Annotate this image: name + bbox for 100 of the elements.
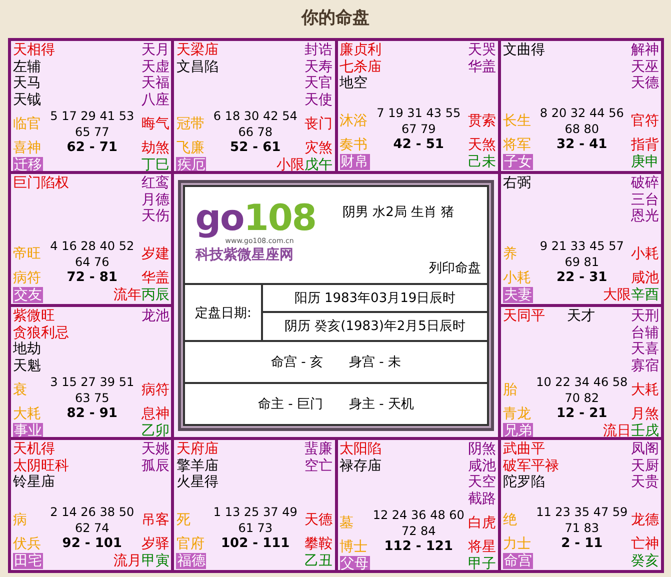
star-name: 天喜 — [631, 341, 659, 358]
star-name: 华盖 — [468, 58, 496, 75]
year-list: 9 21 33 45 57 — [532, 238, 631, 254]
star-name: 凤阁 — [631, 441, 659, 458]
star-name: 天煞 — [468, 137, 496, 154]
star-name: 天福 — [141, 75, 170, 92]
star-name: 岁建 — [141, 246, 170, 262]
star-name: 攀鞍 — [304, 536, 332, 552]
chart-info: 身宫 - 未 — [349, 354, 401, 371]
star-name: 解神 — [631, 42, 659, 58]
star-name: 蜚廉 — [304, 441, 332, 458]
star-name: 天相得 — [13, 42, 55, 58]
star-name: 太阳陷 — [340, 441, 382, 458]
site-logo: go108 — [195, 201, 316, 237]
star-name: 天梁庙 — [176, 42, 218, 58]
branch-label: 丙辰 — [141, 286, 170, 303]
star-name: 天德 — [304, 512, 332, 528]
period-marker: 大限 — [603, 286, 631, 303]
period-marker: 流年 — [113, 286, 142, 303]
star-name: 三台 — [631, 192, 659, 208]
year-list: 6 18 30 42 54 — [206, 108, 304, 124]
print-link[interactable]: 列印命盘 — [428, 259, 481, 277]
branch-label: 庚申 — [631, 154, 659, 170]
date-text: 阳历 1983年03月19日辰时 — [294, 290, 456, 307]
star-name: 恩光 — [631, 208, 659, 224]
branch-label: 甲子 — [468, 556, 496, 570]
age-range: 2 - 11 — [560, 536, 604, 552]
star-name: 武曲平 — [502, 441, 545, 458]
palace-tag: 财帛 — [340, 154, 370, 170]
phase-label: 墓 — [340, 514, 354, 532]
period-marker: 流月 — [113, 552, 142, 569]
star-name: 台辅 — [631, 324, 659, 341]
star-name: 天寿 — [304, 58, 332, 75]
branch-label: 戊午 — [304, 156, 332, 171]
star-name: 七杀庙 — [340, 58, 382, 75]
year-list: 8 20 32 44 56 — [532, 105, 631, 121]
palace-tag: 迁移 — [13, 156, 43, 171]
star-name: 贪狼利忌 — [13, 324, 69, 341]
star-name: 病符 — [141, 382, 170, 398]
star-name: 天才 — [566, 308, 595, 324]
branch-label: 乙丑 — [304, 552, 332, 569]
date-text: 阴历 癸亥(1983)年2月5日辰时 — [284, 318, 466, 336]
year-list: 72 84 — [370, 523, 468, 539]
chart-info: 命宫 - 亥 — [271, 354, 323, 371]
star-name: 龙池 — [141, 308, 170, 324]
chart-info: 命主 - 巨门 — [258, 396, 323, 413]
year-list: 61 73 — [206, 520, 304, 536]
phase-label: 胎 — [502, 382, 518, 398]
star-name: 地劫 — [13, 341, 41, 358]
year-list: 4 16 28 40 52 — [43, 238, 142, 254]
year-list: 69 81 — [532, 254, 631, 270]
profile-text: 阴男 水2局 生肖 猪 — [342, 204, 454, 221]
year-list: 5 17 29 41 53 — [43, 108, 142, 124]
branch-label: 壬戌 — [631, 422, 659, 437]
phase-label: 死 — [176, 512, 192, 528]
palace-tag: 疾厄 — [176, 156, 206, 171]
period-marker: 流日 — [603, 422, 631, 437]
star-name: 天德 — [631, 75, 659, 92]
period-marker: 小限 — [276, 156, 304, 171]
star-name: 巨门陷权 — [13, 175, 69, 192]
star-name: 指背 — [631, 137, 659, 154]
year-list: 67 79 — [370, 121, 468, 137]
phase-label: 沐浴 — [340, 112, 368, 130]
page-title: 你的命盘 — [300, 7, 370, 30]
star-name: 紫微旺 — [13, 308, 55, 324]
star-name: 息神 — [141, 406, 170, 422]
star-name: 劫煞 — [141, 140, 170, 156]
star-name: 寡宿 — [631, 358, 659, 374]
year-list: 64 76 — [43, 254, 142, 270]
star-name: 擎羊庙 — [176, 458, 218, 474]
spirit-label: 飞廉 — [176, 140, 206, 156]
year-list: 10 22 34 46 58 — [532, 374, 631, 390]
branch-label: 甲寅 — [141, 552, 170, 569]
phase-label: 养 — [502, 246, 518, 262]
age-range: 72 - 81 — [66, 270, 118, 286]
phase-label: 长生 — [502, 112, 532, 130]
star-name: 天马 — [13, 75, 41, 92]
star-name: 天使 — [304, 92, 332, 108]
chart-info: 身主 - 天机 — [349, 396, 414, 413]
spirit-label: 大耗 — [13, 406, 42, 422]
age-range: 52 - 61 — [229, 140, 282, 156]
spirit-label: 将军 — [502, 137, 532, 154]
year-list: 11 23 35 47 59 — [532, 504, 631, 520]
age-range: 12 - 21 — [556, 406, 608, 422]
star-name: 文曲得 — [502, 42, 545, 58]
star-name: 吊客 — [141, 512, 170, 528]
star-name: 天月 — [141, 42, 170, 58]
phase-label: 冠带 — [176, 116, 206, 132]
star-name: 铃星庙 — [13, 474, 55, 490]
branch-label: 癸亥 — [631, 552, 659, 569]
star-name: 天空 — [468, 474, 496, 490]
star-name: 阴煞 — [468, 441, 496, 458]
star-name: 天机得 — [13, 441, 55, 458]
star-name: 红鸾 — [141, 175, 170, 192]
branch-label: 己未 — [468, 154, 496, 170]
star-name: 陀罗陷 — [502, 474, 545, 490]
star-name: 咸池 — [468, 458, 496, 474]
palace-tag: 田宅 — [13, 552, 43, 569]
star-name: 月德 — [141, 192, 170, 208]
year-list: 3 15 27 39 51 — [43, 374, 142, 390]
